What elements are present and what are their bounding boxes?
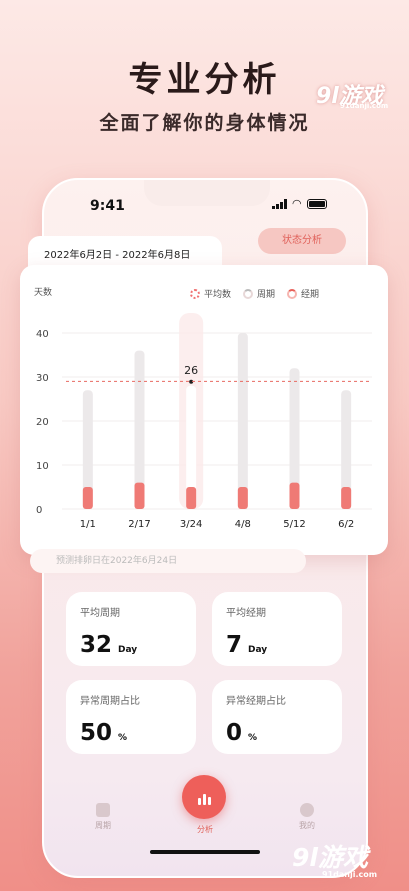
watermark-site: 91danji.com bbox=[340, 102, 389, 110]
stat-unit: Day bbox=[118, 645, 138, 655]
period-bar bbox=[237, 487, 248, 509]
stat-value: 0% bbox=[226, 720, 257, 746]
stat-label: 平均周期 bbox=[80, 608, 120, 619]
analysis-button[interactable] bbox=[182, 775, 226, 819]
y-tick-label: 30 bbox=[36, 373, 49, 384]
stat-number: 32 bbox=[80, 632, 113, 658]
data-label: 26 bbox=[184, 364, 198, 377]
stat-unit: Day bbox=[248, 645, 268, 655]
status-icons: ◠ bbox=[272, 197, 327, 210]
y-tick-label: 0 bbox=[36, 505, 42, 516]
status-time: 9:41 bbox=[90, 198, 125, 214]
phone-notch bbox=[144, 180, 270, 206]
tab-cycle[interactable]: 周期 bbox=[88, 803, 118, 831]
tab-mine[interactable]: 我的 bbox=[292, 803, 322, 831]
tab-analysis[interactable]: 分析 bbox=[190, 824, 220, 835]
y-tick-label: 20 bbox=[36, 417, 49, 428]
stat-abnormal-cycle: 异常周期占比 50% bbox=[66, 680, 196, 754]
stat-number: 50 bbox=[80, 720, 113, 746]
tab-mine-label: 我的 bbox=[299, 821, 315, 830]
stat-value: 7 Day bbox=[226, 632, 267, 658]
stat-label: 异常周期占比 bbox=[80, 696, 140, 707]
stat-unit: % bbox=[248, 733, 258, 743]
y-tick-label: 40 bbox=[36, 329, 49, 340]
watermark-top: 9l游戏 91danji.com bbox=[316, 78, 408, 114]
watermark-site: 91danji.com bbox=[322, 870, 378, 879]
y-tick-label: 10 bbox=[36, 461, 49, 472]
chart-card: 天数 平均数 周期 经期 0 10 20 30 40 1/1 2/17 3/24 26 4/8 5/… bbox=[20, 265, 388, 555]
stat-label: 异常经期占比 bbox=[226, 696, 286, 707]
watermark-bottom: 9l游戏 91danji.com bbox=[292, 838, 404, 884]
x-tick-label: 2/17 bbox=[128, 519, 150, 530]
bar-chart: 0 10 20 30 40 1/1 2/17 3/24 26 4/8 5/12 6/2 bbox=[36, 313, 372, 530]
x-tick-label: 3/24 bbox=[180, 519, 202, 530]
x-tick-label: 1/1 bbox=[80, 519, 96, 530]
watermark-logo: 9l游戏 bbox=[292, 843, 368, 872]
period-bar bbox=[186, 487, 197, 509]
battery-icon bbox=[306, 199, 327, 209]
period-bar bbox=[341, 487, 352, 509]
ovulation-prediction: 预测排卵日在2022年6月24日 bbox=[30, 549, 306, 573]
stat-number: 0 bbox=[226, 720, 243, 746]
x-tick-label: 6/2 bbox=[338, 519, 354, 530]
state-analysis-button[interactable]: 状态分析 bbox=[258, 228, 346, 254]
period-bar bbox=[289, 482, 300, 509]
signal-icon bbox=[272, 199, 287, 209]
home-indicator bbox=[150, 850, 260, 854]
stat-label: 平均经期 bbox=[226, 608, 266, 619]
stat-value: 50% bbox=[80, 720, 127, 746]
period-bar bbox=[82, 487, 93, 509]
wifi-icon: ◠ bbox=[292, 197, 302, 210]
calendar-icon bbox=[96, 803, 110, 817]
user-icon bbox=[300, 803, 314, 817]
cycle-bar bbox=[237, 333, 248, 509]
stat-avg-period: 平均经期 7 Day bbox=[212, 592, 342, 666]
period-bar bbox=[134, 482, 145, 509]
stat-abnormal-period: 异常经期占比 0% bbox=[212, 680, 342, 754]
x-tick-label: 4/8 bbox=[235, 519, 251, 530]
stat-value: 32 Day bbox=[80, 632, 137, 658]
stat-unit: % bbox=[118, 733, 128, 743]
stat-avg-cycle: 平均周期 32 Day bbox=[66, 592, 196, 666]
tab-analysis-label: 分析 bbox=[197, 825, 213, 834]
stat-number: 7 bbox=[226, 632, 243, 658]
tab-cycle-label: 周期 bbox=[95, 821, 111, 830]
x-tick-label: 5/12 bbox=[283, 519, 305, 530]
